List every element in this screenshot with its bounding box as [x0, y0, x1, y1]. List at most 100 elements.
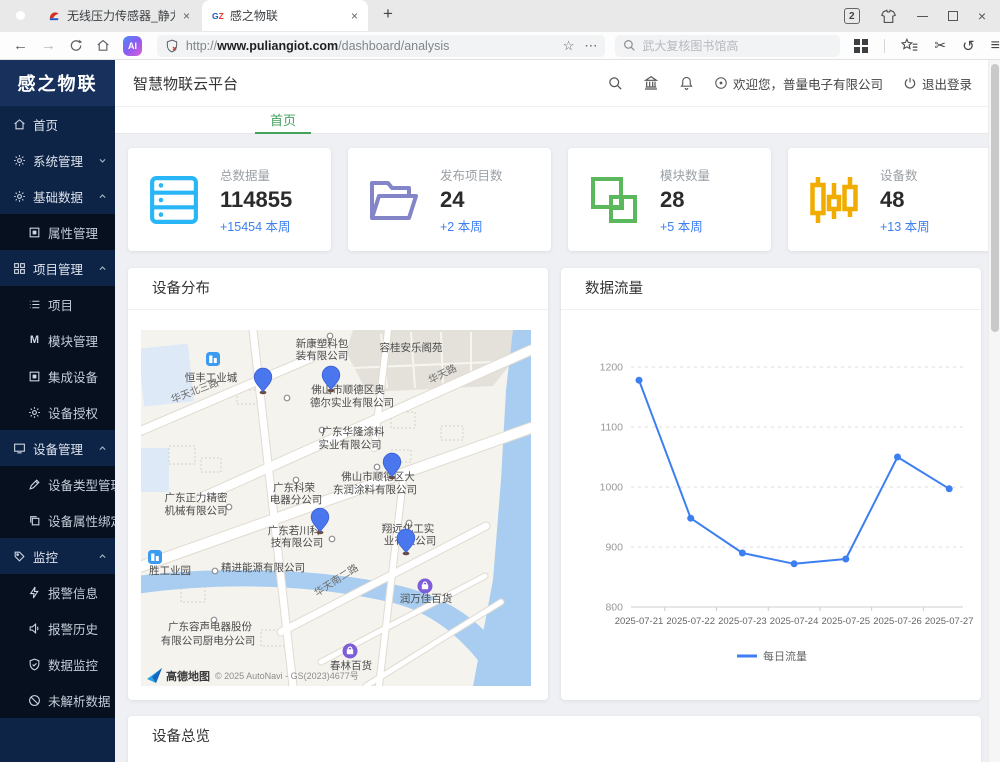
stat-value: 48: [880, 187, 930, 213]
map-place-label: 新康塑料包: [296, 337, 349, 350]
stat-card-total-data[interactable]: 总数据量 114855 +15454 本周: [128, 148, 331, 251]
stat-value: 28: [660, 187, 710, 213]
sidebar: 感之物联 首页系统管理基础数据属性管理项目管理项目M模块管理集成设备设备授权设备…: [0, 60, 115, 762]
logout-button[interactable]: 退出登录: [903, 74, 972, 93]
map-canvas[interactable]: 华天北三路华天路华天南二路恒丰工业城新康塑料包装有限公司容桂安乐阁苑佛山市顺德区…: [141, 330, 531, 686]
chart-line: [639, 380, 949, 564]
url-text[interactable]: http://www.puliangiot.com/dashboard/anal…: [186, 39, 553, 53]
chart-xtick-label: 2025-07-23: [718, 616, 767, 627]
chart-xtick-label: 2025-07-24: [770, 616, 819, 627]
app-header: 智慧物联云平台 欢迎您，普量电子有限公司 退出登录: [115, 60, 988, 107]
map-place-label: 广东容声电器股份: [168, 620, 252, 633]
letter-icon: M: [28, 334, 41, 347]
amap-logo-text: 高德地图: [166, 669, 210, 683]
sidebar-item-4[interactable]: 项目管理: [0, 250, 115, 286]
back-icon[interactable]: ←: [13, 37, 28, 54]
more-actions-icon[interactable]: ⋯: [584, 38, 597, 54]
square-icon: [28, 370, 41, 383]
sidebar-item-5[interactable]: 项目: [0, 286, 115, 322]
header-search-icon[interactable]: [608, 76, 623, 91]
map-place-label: 恒丰工业城: [185, 371, 238, 384]
browser-tab-2-active[interactable]: GZ 感之物联 ×: [202, 0, 368, 31]
sidebar-item-label: 集成设备: [48, 367, 98, 386]
welcome-user[interactable]: 欢迎您，普量电子有限公司: [714, 74, 883, 93]
maximize-button[interactable]: [948, 11, 958, 21]
scrollbar-thumb[interactable]: [991, 64, 999, 332]
map-attribution: © 2025 AutoNavi - GS(2023)4677号: [215, 671, 359, 681]
list-icon: [28, 298, 41, 311]
tab-close-icon[interactable]: ×: [181, 9, 192, 23]
sidebar-item-3[interactable]: 属性管理: [0, 214, 115, 250]
apps-grid-icon[interactable]: [854, 39, 868, 53]
home-icon[interactable]: [96, 38, 110, 53]
notification-bell-icon[interactable]: [679, 75, 694, 91]
tab-count-badge[interactable]: 2: [844, 8, 860, 24]
gear-icon: [13, 190, 26, 203]
sidebar-item-12[interactable]: 监控: [0, 538, 115, 574]
chart-ytick-label: 800: [605, 602, 623, 614]
sidebar-item-13[interactable]: 报警信息: [0, 574, 115, 610]
map-place-label: 佛山市顺德区奥: [311, 383, 385, 396]
bookmark-star-icon[interactable]: ☆: [563, 38, 575, 54]
map-place-label: 技有限公司: [271, 536, 324, 549]
minimize-button[interactable]: [917, 16, 928, 17]
amap-map[interactable]: 华天北三路华天路华天南二路恒丰工业城新康塑料包装有限公司容桂安乐阁苑佛山市顺德区…: [141, 330, 531, 686]
ai-assistant-icon[interactable]: AI: [123, 36, 142, 56]
browser-menu-icon[interactable]: ≡: [991, 37, 1000, 55]
tab-close-icon[interactable]: ×: [349, 9, 360, 23]
sidebar-item-6[interactable]: M模块管理: [0, 322, 115, 358]
chart-legend[interactable]: 每日流量: [737, 649, 807, 663]
page-scrollbar[interactable]: [988, 60, 1000, 762]
stat-label: 设备数: [880, 165, 930, 184]
sidebar-item-0[interactable]: 首页: [0, 106, 115, 142]
forward-icon[interactable]: →: [41, 37, 56, 54]
stat-delta: +5 本周: [660, 216, 710, 235]
screenshot-scissors-icon[interactable]: ✂: [934, 37, 946, 54]
stat-delta: +2 本周: [440, 216, 503, 235]
tab-home-active[interactable]: 首页: [255, 107, 311, 134]
sidebar-item-label: 报警信息: [48, 583, 98, 602]
sidebar-item-2[interactable]: 基础数据: [0, 178, 115, 214]
map-building-poi-icon: [148, 550, 162, 564]
stat-card-modules[interactable]: 模块数量 28 +5 本周: [568, 148, 771, 251]
map-place-label: 德尔实业有限公司: [310, 396, 394, 409]
sidebar-item-label: 监控: [33, 547, 58, 566]
sidebar-item-15[interactable]: 数据监控: [0, 646, 115, 682]
insecure-shield-icon[interactable]: [165, 39, 179, 53]
new-tab-button[interactable]: +: [376, 4, 400, 24]
sidebar-item-label: 设备管理: [33, 439, 83, 458]
undo-icon[interactable]: ↺: [962, 37, 975, 55]
map-place-label: 容桂安乐阁苑: [380, 341, 443, 354]
browser-logo-icon[interactable]: [10, 5, 31, 26]
chart-xtick-label: 2025-07-22: [666, 616, 715, 627]
sidebar-item-7[interactable]: 集成设备: [0, 358, 115, 394]
quick-search-box[interactable]: [615, 35, 840, 57]
sidebar-item-label: 设备属性绑定: [48, 511, 123, 530]
window-close-button[interactable]: ×: [978, 8, 986, 24]
chart-xtick-label: 2025-07-26: [873, 616, 922, 627]
sidebar-item-9[interactable]: 设备管理: [0, 430, 115, 466]
favorites-icon[interactable]: [901, 38, 918, 53]
browser-tab-1[interactable]: 无线压力传感器_静力水准仪_ ×: [38, 0, 200, 31]
sidebar-item-16[interactable]: 未解析数据: [0, 682, 115, 718]
map-area: [141, 448, 169, 492]
app-logo[interactable]: 感之物联: [0, 60, 115, 106]
organization-bank-icon[interactable]: [643, 75, 659, 91]
stat-card-projects[interactable]: 发布项目数 24 +2 本周: [348, 148, 551, 251]
panel-title: 设备总览: [128, 716, 981, 758]
sidebar-item-1[interactable]: 系统管理: [0, 142, 115, 178]
sidebar-menu: 首页系统管理基础数据属性管理项目管理项目M模块管理集成设备设备授权设备管理设备类…: [0, 106, 115, 718]
browser-window: 无线压力传感器_静力水准仪_ × GZ 感之物联 × + 2 × ← →: [0, 0, 1000, 762]
theme-shirt-icon[interactable]: [880, 9, 897, 24]
stat-label: 总数据量: [220, 165, 292, 184]
map-poi-dot: [212, 568, 218, 574]
sidebar-item-11[interactable]: 设备属性绑定: [0, 502, 115, 538]
sidebar-item-14[interactable]: 报警历史: [0, 610, 115, 646]
sidebar-item-8[interactable]: 设备授权: [0, 394, 115, 430]
sidebar-item-10[interactable]: 设备类型管理: [0, 466, 115, 502]
address-bar[interactable]: http://www.puliangiot.com/dashboard/anal…: [157, 35, 606, 57]
shield-icon: [28, 658, 41, 671]
stat-card-devices[interactable]: 设备数 48 +13 本周: [788, 148, 991, 251]
refresh-icon[interactable]: [69, 38, 83, 53]
search-input[interactable]: [642, 39, 832, 53]
